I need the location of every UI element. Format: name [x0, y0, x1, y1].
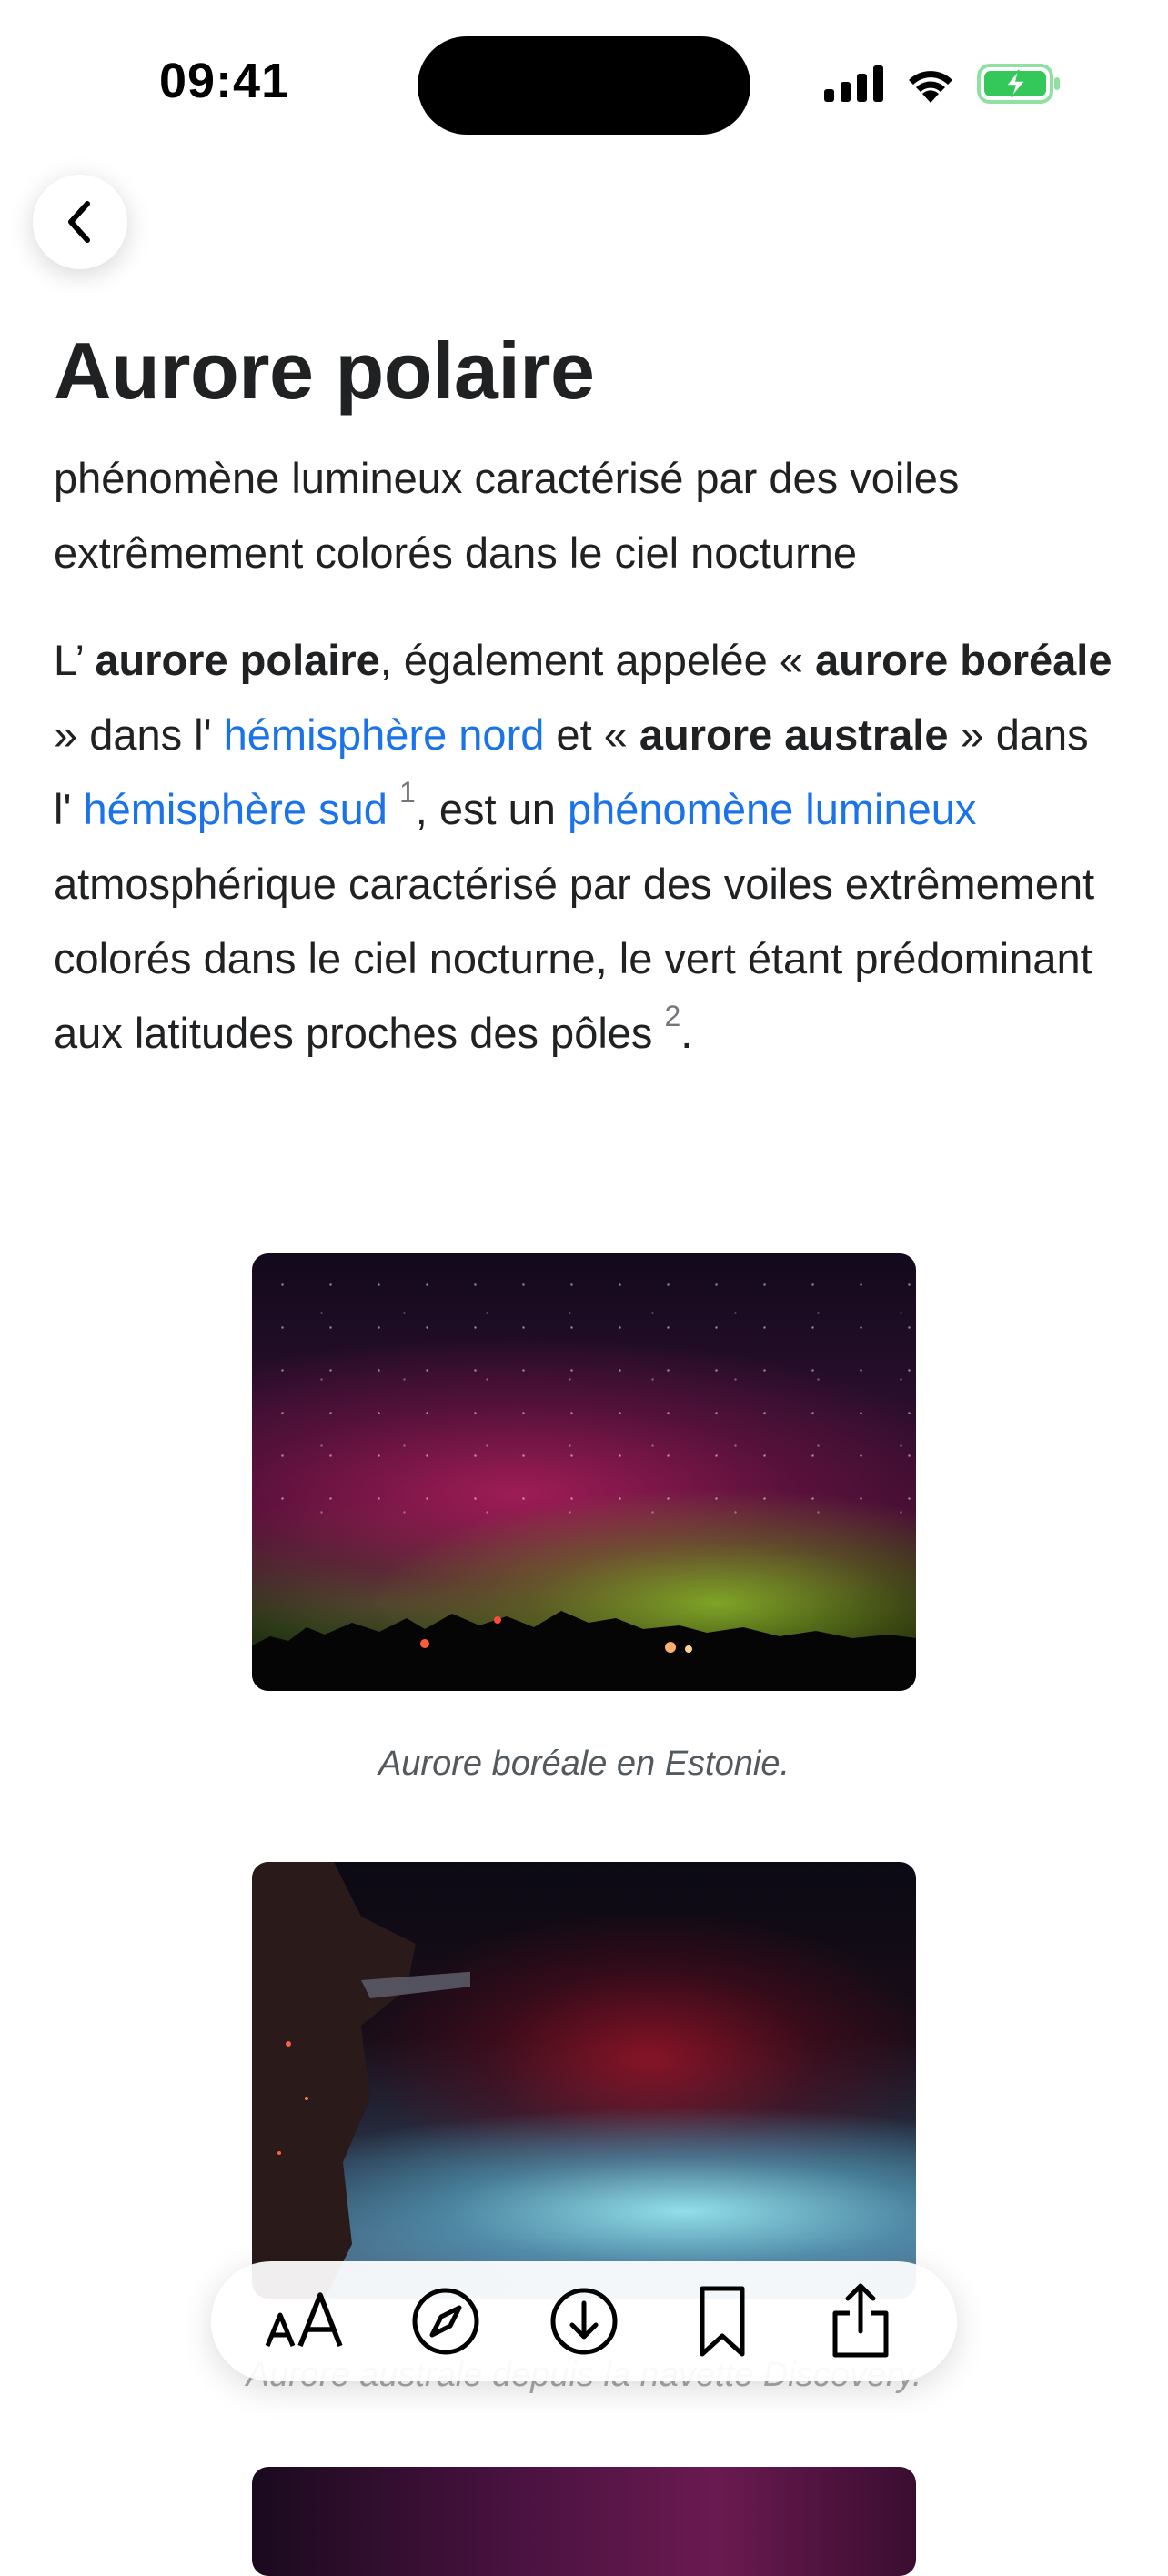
- text-run: , est un: [415, 785, 568, 833]
- figure-image-partial[interactable]: [252, 2467, 916, 2576]
- text-run: .: [680, 1009, 693, 1057]
- article-lead-paragraph: L’ aurore polaire, également appelée « a…: [54, 623, 1114, 1071]
- link-hemisphere-nord[interactable]: hémisphère nord: [224, 710, 545, 759]
- bold-term-aurore-australe: aurore australe: [639, 710, 949, 759]
- text-size-icon: [265, 2292, 343, 2348]
- battery-charging-icon: [977, 64, 1060, 104]
- figure-image-aurore-australe[interactable]: [252, 1862, 916, 2299]
- text-run: et «: [544, 710, 639, 759]
- shuttle-arm-silhouette: [252, 1862, 470, 2299]
- bold-term-aurore-polaire: aurore polaire: [95, 636, 380, 684]
- status-bar: 09:41: [0, 0, 1168, 164]
- figure-image-aurore-estonie[interactable]: [252, 1253, 916, 1691]
- bookmark-button[interactable]: [672, 2271, 772, 2371]
- text-run: L’: [54, 636, 96, 684]
- text-run: » dans l': [54, 710, 224, 759]
- text-run: , également appelée «: [379, 636, 815, 684]
- bold-term-aurore-boreale: aurore boréale: [814, 636, 1113, 684]
- reference-1[interactable]: 1: [399, 776, 416, 809]
- reference-2[interactable]: 2: [664, 1000, 680, 1032]
- download-icon: [550, 2288, 618, 2355]
- link-hemisphere-sud[interactable]: hémisphère sud: [83, 785, 387, 833]
- text-run: atmosphérique caractérisé par des voiles…: [54, 860, 1095, 1057]
- back-button[interactable]: [33, 175, 127, 269]
- article-content: Aurore polaire phénomène lumineux caract…: [54, 309, 1114, 1071]
- article-toolbar: [211, 2261, 957, 2381]
- article-description: phénomène lumineux caractérisé par des v…: [54, 454, 960, 577]
- link-phenomene-lumineux[interactable]: phénomène lumineux: [568, 785, 976, 833]
- share-icon: [832, 2283, 889, 2358]
- figure-caption: Aurore boréale en Estonie.: [378, 1745, 790, 1783]
- compass-icon: [412, 2288, 479, 2355]
- dynamic-island: [418, 36, 750, 135]
- wifi-icon: [909, 71, 952, 103]
- status-icons: [824, 64, 1061, 104]
- stars-texture: [252, 1253, 916, 1516]
- treeline-silhouette: [252, 1611, 916, 1691]
- status-time: 09:41: [159, 54, 290, 108]
- explore-button[interactable]: [396, 2271, 496, 2371]
- share-button[interactable]: [811, 2271, 911, 2371]
- text-size-button[interactable]: [257, 2271, 357, 2371]
- chevron-left-icon: [68, 201, 90, 243]
- article-title: Aurore polaire: [54, 326, 595, 416]
- download-button[interactable]: [534, 2271, 634, 2371]
- bookmark-icon: [700, 2286, 745, 2357]
- cellular-signal-icon: [824, 65, 883, 102]
